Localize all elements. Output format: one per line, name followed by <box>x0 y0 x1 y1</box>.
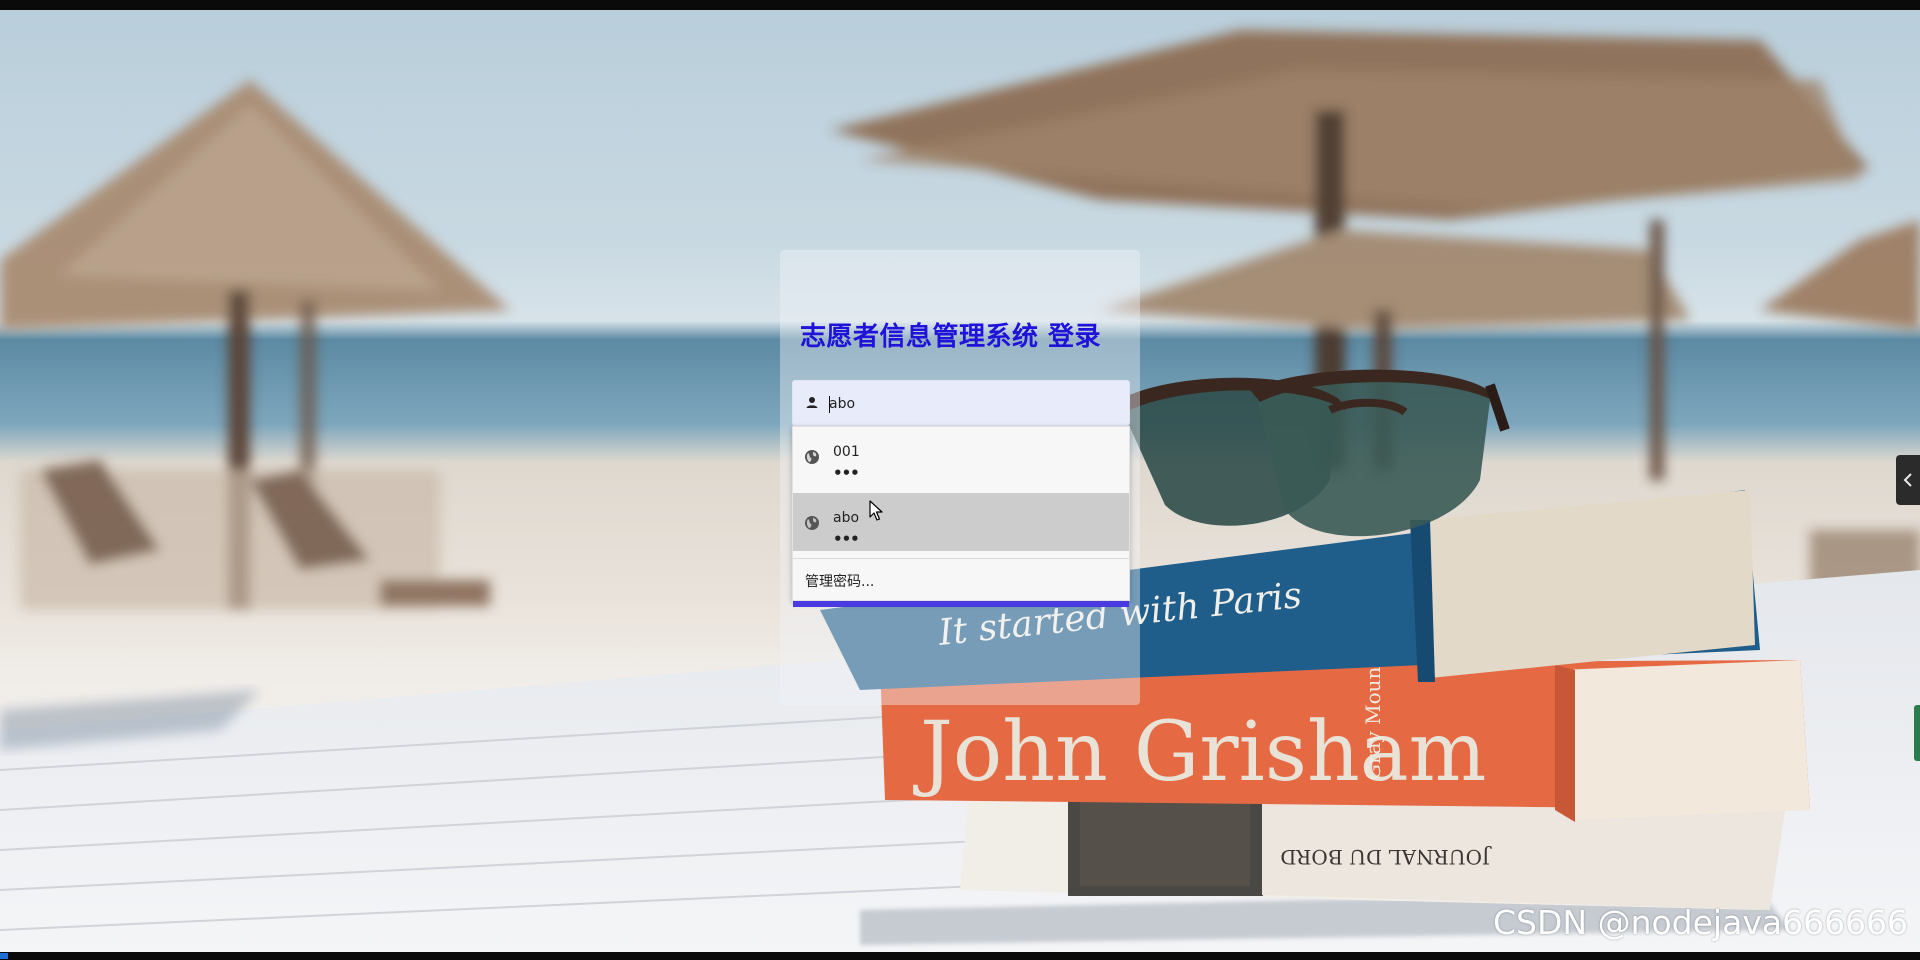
globe-icon <box>805 516 819 530</box>
svg-text:JOURNAL DU BORD: JOURNAL DU BORD <box>1280 845 1492 869</box>
svg-text:John Grisham: John Grisham <box>913 705 1486 800</box>
watermark-text: CSDN @nodejava666666 <box>1493 903 1909 942</box>
autofill-username: abo <box>833 510 860 526</box>
edge-widget-tab[interactable] <box>1914 705 1920 761</box>
login-button-edge[interactable] <box>793 601 1129 607</box>
autofill-item-001[interactable]: 001 ••• <box>793 427 1129 485</box>
autofill-separator <box>793 558 1129 559</box>
mouse-cursor-icon <box>869 500 883 521</box>
autofill-dropdown: 001 ••• abo ••• 管理密码... <box>792 426 1130 607</box>
username-input[interactable] <box>823 389 1119 419</box>
top-frame-bar <box>0 0 1920 10</box>
autofill-password-mask: ••• <box>833 530 860 548</box>
text-caret <box>829 396 830 413</box>
autofill-password-mask: ••• <box>833 464 860 482</box>
autofill-username: 001 <box>833 444 860 460</box>
manage-passwords-link[interactable]: 管理密码... <box>805 571 874 591</box>
chevron-left-icon <box>1903 473 1912 487</box>
username-field[interactable] <box>792 380 1130 426</box>
autofill-item-abo[interactable]: abo ••• <box>793 493 1129 551</box>
user-icon <box>806 397 818 408</box>
bottom-frame-bar <box>0 952 1920 960</box>
globe-icon <box>805 450 819 464</box>
taskbar-indicator <box>0 953 8 959</box>
side-panel-toggle[interactable] <box>1896 455 1920 505</box>
page-title: 志愿者信息管理系统 登录 <box>800 322 1102 352</box>
